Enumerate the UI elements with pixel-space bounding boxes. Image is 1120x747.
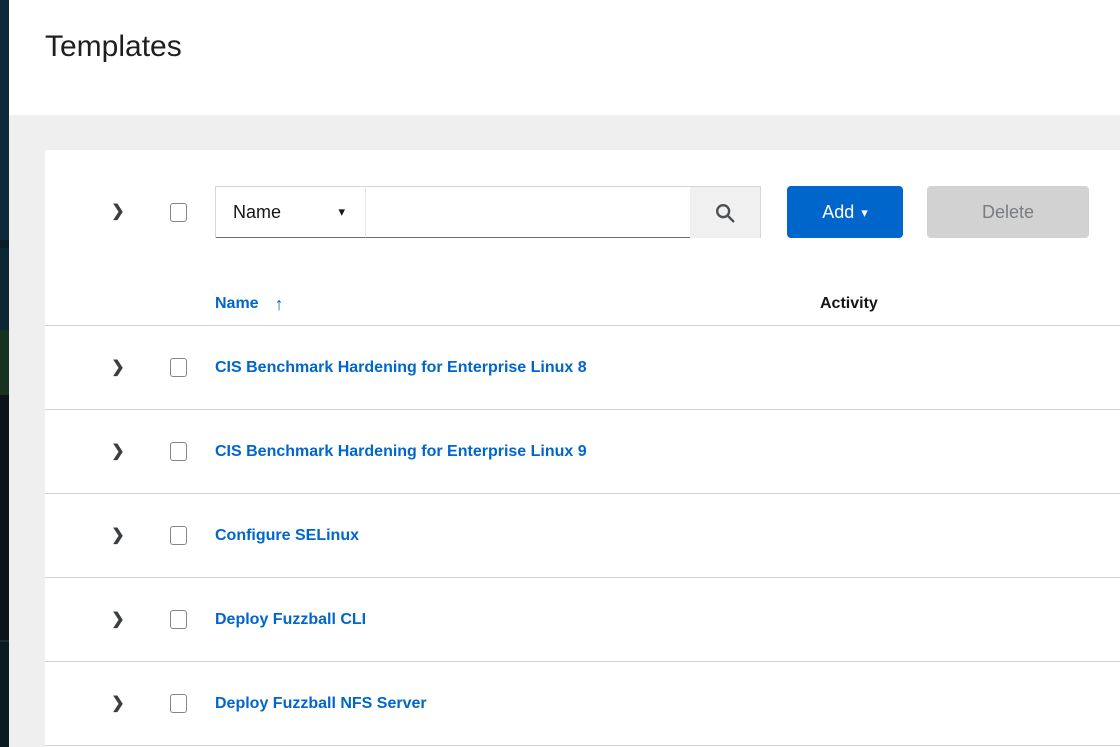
template-link[interactable]: Deploy Fuzzball NFS Server <box>215 695 427 713</box>
expand-row-chevron-icon[interactable]: ❯ <box>111 360 124 376</box>
search-filter-group: Name ▾ <box>215 186 761 238</box>
expand-all-cell: ❯ <box>104 204 132 220</box>
template-row: ❯ Deploy Fuzzball CLI <box>45 578 1120 662</box>
templates-list-card: ❯ Name ▾ Add <box>45 150 1120 747</box>
template-link[interactable]: Configure SELinux <box>215 527 359 545</box>
search-icon <box>714 202 736 224</box>
template-link[interactable]: Deploy Fuzzball CLI <box>215 611 366 629</box>
filter-key-label: Name <box>233 202 281 223</box>
delete-button-label: Delete <box>982 202 1034 223</box>
list-toolbar: ❯ Name ▾ Add <box>45 186 1120 238</box>
chevron-down-icon: ▾ <box>338 204 345 220</box>
expand-cell: ❯ <box>104 444 132 460</box>
template-link[interactable]: CIS Benchmark Hardening for Enterprise L… <box>215 359 587 377</box>
expand-row-chevron-icon[interactable]: ❯ <box>111 444 124 460</box>
template-link[interactable]: CIS Benchmark Hardening for Enterprise L… <box>215 443 587 461</box>
expand-cell: ❯ <box>104 612 132 628</box>
template-row: ❯ Configure SELinux <box>45 494 1120 578</box>
row-checkbox[interactable] <box>170 610 187 629</box>
add-button[interactable]: Add ▾ <box>787 186 903 238</box>
expand-all-chevron-icon[interactable]: ❯ <box>111 204 124 220</box>
search-input[interactable] <box>366 187 690 238</box>
select-all-checkbox[interactable] <box>170 203 187 222</box>
app-sidebar-sliver <box>0 0 9 747</box>
sort-ascending-icon[interactable]: ↑ <box>275 295 284 313</box>
search-button[interactable] <box>690 187 760 238</box>
expand-cell: ❯ <box>104 528 132 544</box>
add-button-label: Add <box>822 202 854 223</box>
expand-cell: ❯ <box>104 360 132 376</box>
content-background: ❯ Name ▾ Add <box>9 115 1120 747</box>
page-title: Templates <box>45 30 182 64</box>
row-checkbox[interactable] <box>170 442 187 461</box>
expand-cell: ❯ <box>104 696 132 712</box>
template-row: ❯ CIS Benchmark Hardening for Enterprise… <box>45 410 1120 494</box>
template-row: ❯ Deploy Fuzzball NFS Server <box>45 662 1120 746</box>
row-checkbox[interactable] <box>170 358 187 377</box>
column-header-name[interactable]: Name ↑ <box>215 295 284 313</box>
expand-row-chevron-icon[interactable]: ❯ <box>111 696 124 712</box>
page-header: Templates <box>9 0 1120 115</box>
chevron-down-icon: ▾ <box>861 206 868 219</box>
expand-row-chevron-icon[interactable]: ❯ <box>111 612 124 628</box>
delete-button[interactable]: Delete <box>927 186 1089 238</box>
template-row: ❯ CIS Benchmark Hardening for Enterprise… <box>45 326 1120 410</box>
filter-key-dropdown[interactable]: Name ▾ <box>216 187 366 238</box>
column-header-activity: Activity <box>820 295 878 313</box>
table-header-row: Name ↑ Activity <box>45 238 1120 326</box>
row-checkbox[interactable] <box>170 526 187 545</box>
expand-row-chevron-icon[interactable]: ❯ <box>111 528 124 544</box>
column-header-name-label: Name <box>215 295 259 313</box>
row-checkbox[interactable] <box>170 694 187 713</box>
